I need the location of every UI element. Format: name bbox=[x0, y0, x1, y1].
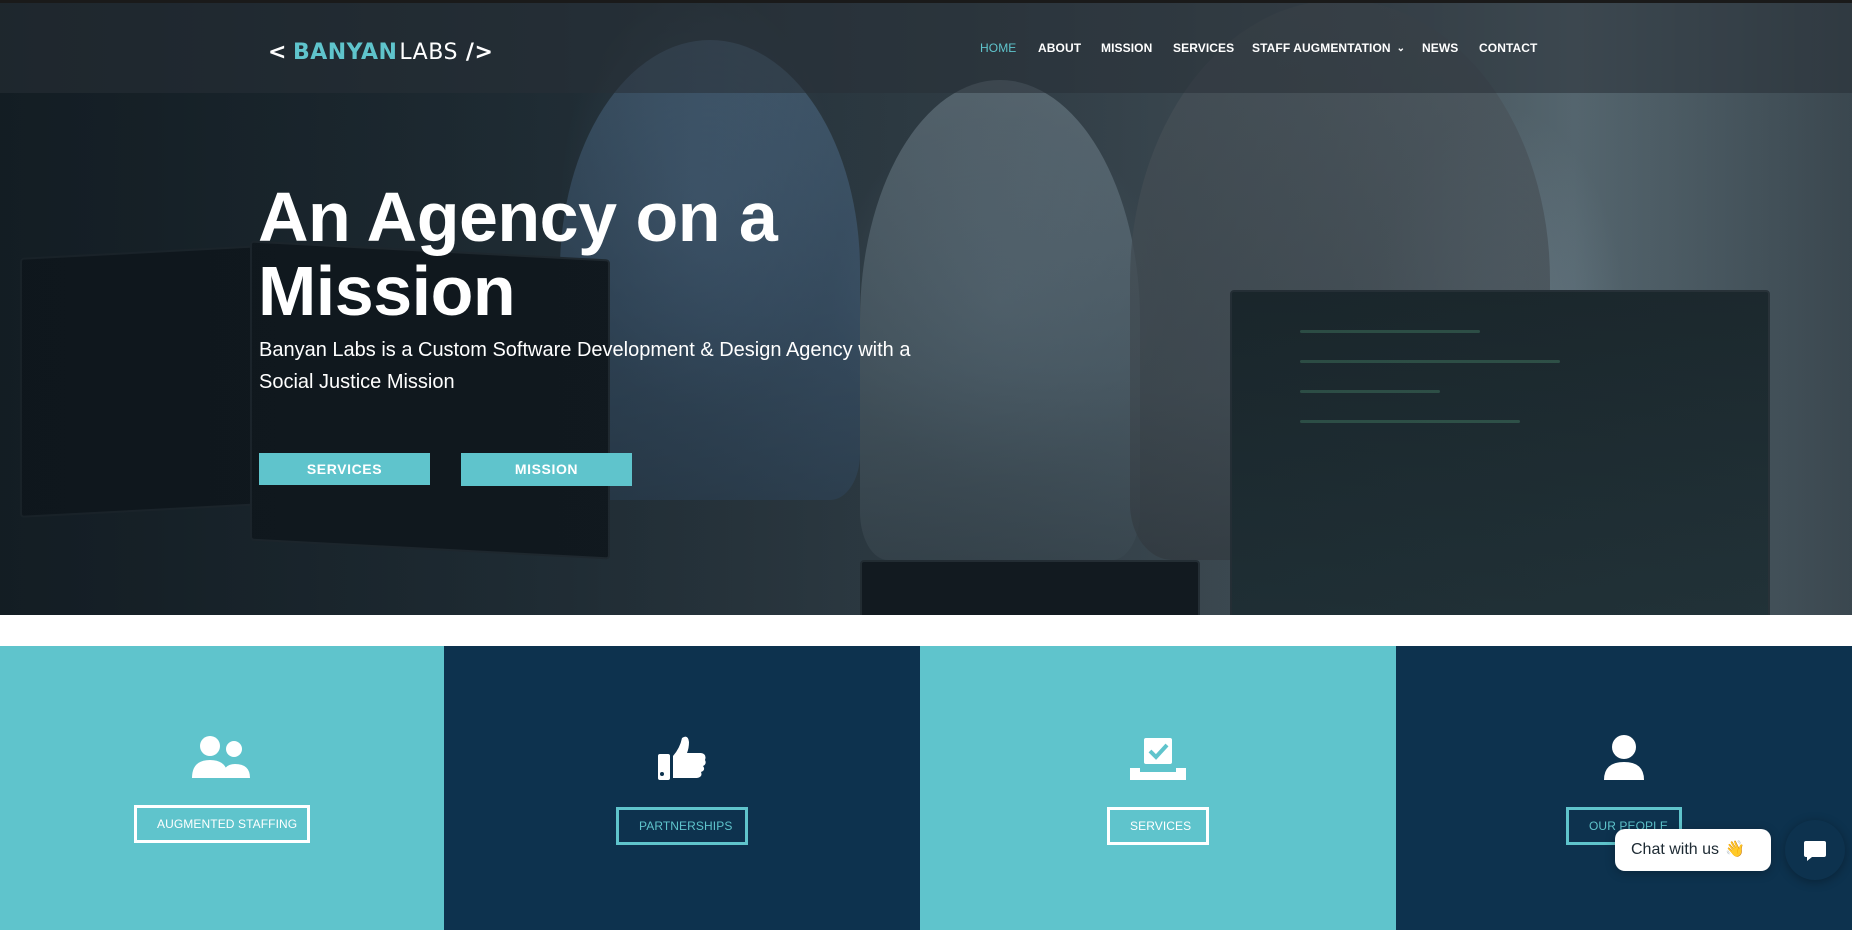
logo-banyan: BANYAN bbox=[292, 39, 398, 65]
brand-logo[interactable]: < BANYAN LABS /> bbox=[268, 39, 493, 65]
chat-prompt[interactable]: Chat with us 👋 bbox=[1615, 829, 1771, 871]
logo-chevron: < bbox=[268, 39, 287, 65]
hero-subtitle: Banyan Labs is a Custom Software Develop… bbox=[259, 339, 911, 393]
thumbs-up-icon bbox=[658, 736, 706, 780]
feature-services: SERVICES bbox=[920, 646, 1396, 930]
wave-emoji-icon: 👋 bbox=[1725, 841, 1745, 858]
nav-item-home[interactable]: HOME bbox=[980, 41, 1016, 55]
nav-item-services[interactable]: SERVICES bbox=[1173, 41, 1234, 55]
hero-title: An Agency on a Mission bbox=[258, 178, 778, 330]
hero-services-button[interactable]: SERVICES bbox=[259, 453, 430, 485]
nav-item-staff-augmentation[interactable]: STAFF AUGMENTATION ⌄ bbox=[1252, 41, 1405, 55]
nav-item-contact[interactable]: CONTACT bbox=[1479, 41, 1537, 55]
chevron-down-icon: ⌄ bbox=[1396, 43, 1406, 54]
chat-bubble-icon bbox=[1804, 841, 1826, 861]
partnerships-button[interactable]: PARTNERSHIPS bbox=[616, 807, 748, 845]
hero-mission-button[interactable]: MISSION bbox=[461, 453, 632, 486]
feature-our-people: OUR PEOPLE bbox=[1396, 646, 1852, 930]
chat-launcher-button[interactable] bbox=[1785, 820, 1845, 880]
users-icon bbox=[192, 736, 250, 778]
chat-prompt-label: Chat with us bbox=[1631, 841, 1720, 858]
header-bar: < BANYAN LABS /> HOME ABOUT MISSION SERV… bbox=[0, 0, 1852, 93]
user-icon bbox=[1604, 735, 1644, 780]
nav-item-mission[interactable]: MISSION bbox=[1101, 41, 1152, 55]
nav-item-news[interactable]: NEWS bbox=[1422, 41, 1458, 55]
logo-labs: LABS bbox=[399, 39, 458, 65]
nav-item-about[interactable]: ABOUT bbox=[1038, 41, 1081, 55]
augmented-staffing-button[interactable]: AUGMENTED STAFFING bbox=[134, 805, 310, 843]
logo-slash: /> bbox=[465, 39, 494, 65]
checkbox-tray-icon bbox=[1130, 738, 1186, 780]
hero-section: < BANYAN LABS /> HOME ABOUT MISSION SERV… bbox=[0, 0, 1852, 615]
feature-augmented-staffing: AUGMENTED STAFFING bbox=[0, 646, 444, 930]
nav-item-staff-augmentation-label: STAFF AUGMENTATION bbox=[1252, 41, 1391, 55]
feature-partnerships: PARTNERSHIPS bbox=[444, 646, 920, 930]
services-feature-button[interactable]: SERVICES bbox=[1107, 807, 1209, 845]
